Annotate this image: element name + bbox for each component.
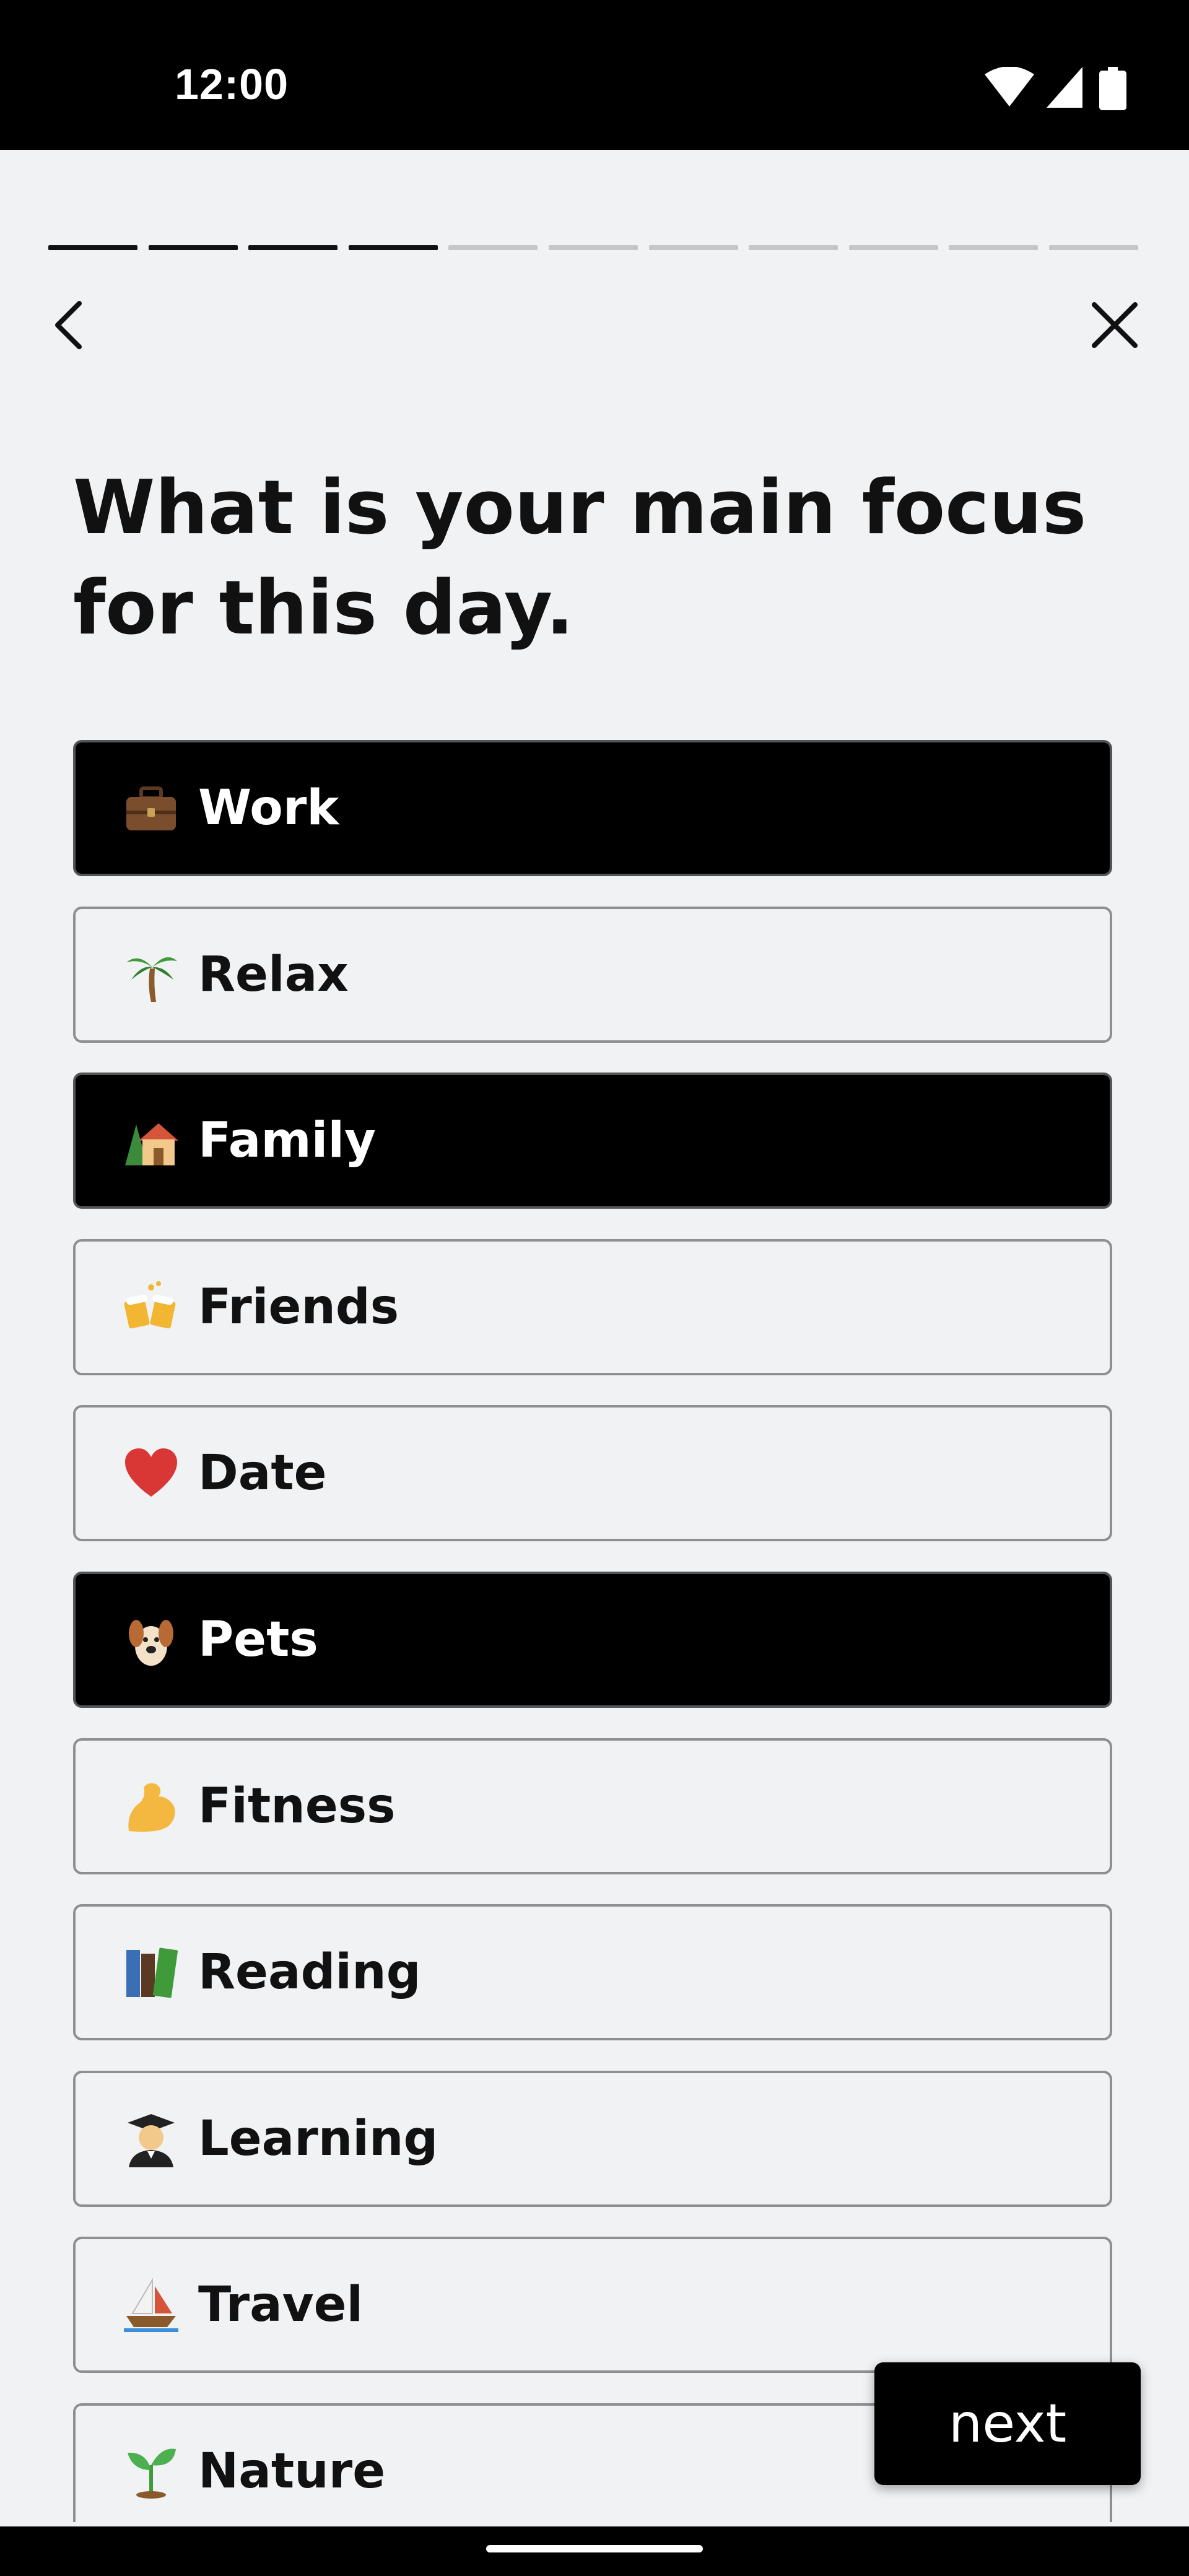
- option-friends[interactable]: Friends: [73, 1238, 1112, 1375]
- option-reading[interactable]: Reading: [73, 1904, 1112, 2041]
- option-travel[interactable]: Travel: [73, 2237, 1112, 2374]
- option-relax[interactable]: Relax: [73, 906, 1112, 1043]
- progress-step: [48, 245, 137, 250]
- status-icons: [985, 67, 1133, 110]
- option-label: Relax: [198, 946, 349, 1003]
- dog-icon: [123, 1611, 180, 1668]
- option-label: Family: [198, 1113, 376, 1169]
- option-work[interactable]: Work: [73, 740, 1112, 876]
- option-fitness[interactable]: Fitness: [73, 1738, 1112, 1874]
- sailboat-icon: [123, 2276, 180, 2333]
- system-navigation-bar: [0, 2526, 1189, 2576]
- back-button[interactable]: [37, 291, 105, 359]
- progress-step: [148, 245, 238, 250]
- option-label: Friends: [198, 1279, 399, 1335]
- option-label: Date: [198, 1445, 327, 1502]
- option-label: Nature: [198, 2443, 386, 2499]
- progress-step: [749, 245, 838, 250]
- house-icon: [123, 1112, 180, 1169]
- seedling-icon: [123, 2443, 180, 2500]
- option-label: Fitness: [198, 1778, 396, 1834]
- option-family[interactable]: Family: [73, 1073, 1112, 1209]
- signal-icon: [1047, 67, 1082, 108]
- graduate-icon: [123, 2110, 180, 2167]
- option-label: Learning: [198, 2110, 438, 2167]
- battery-icon: [1099, 67, 1126, 110]
- status-time: 12:00: [175, 60, 289, 108]
- next-button[interactable]: next: [874, 2362, 1141, 2485]
- heart-icon: [123, 1445, 180, 1502]
- close-icon: [1092, 302, 1138, 348]
- progress-step: [1049, 245, 1138, 250]
- page-title: What is your main focus for this day.: [73, 465, 1087, 651]
- option-label: Travel: [198, 2277, 364, 2333]
- status-bar: 12:00: [0, 0, 1189, 150]
- option-date[interactable]: Date: [73, 1405, 1112, 1542]
- progress-step: [448, 245, 538, 250]
- option-learning[interactable]: Learning: [73, 2070, 1112, 2207]
- progress-step: [648, 245, 738, 250]
- flexed-biceps-icon: [123, 1778, 180, 1835]
- progress-step: [549, 245, 638, 250]
- focus-options-list: Work Relax Family Friends Date Pets Fitn…: [73, 740, 1116, 2522]
- close-button[interactable]: [1081, 291, 1149, 359]
- home-indicator[interactable]: [486, 2545, 703, 2552]
- option-pets[interactable]: Pets: [73, 1572, 1112, 1708]
- progress-step: [248, 245, 338, 250]
- progress-step: [949, 245, 1039, 250]
- beer-mugs-icon: [123, 1279, 180, 1336]
- wifi-icon: [985, 67, 1034, 107]
- progress-step: [348, 245, 438, 250]
- progress-step: [848, 245, 938, 250]
- option-label: Pets: [198, 1612, 318, 1668]
- briefcase-icon: [123, 780, 180, 837]
- books-icon: [123, 1944, 180, 2001]
- progress-steps: [48, 245, 1138, 250]
- palm-tree-icon: [123, 946, 180, 1003]
- chevron-left-icon: [55, 301, 82, 349]
- option-label: Reading: [198, 1944, 421, 2001]
- option-label: Work: [198, 780, 339, 836]
